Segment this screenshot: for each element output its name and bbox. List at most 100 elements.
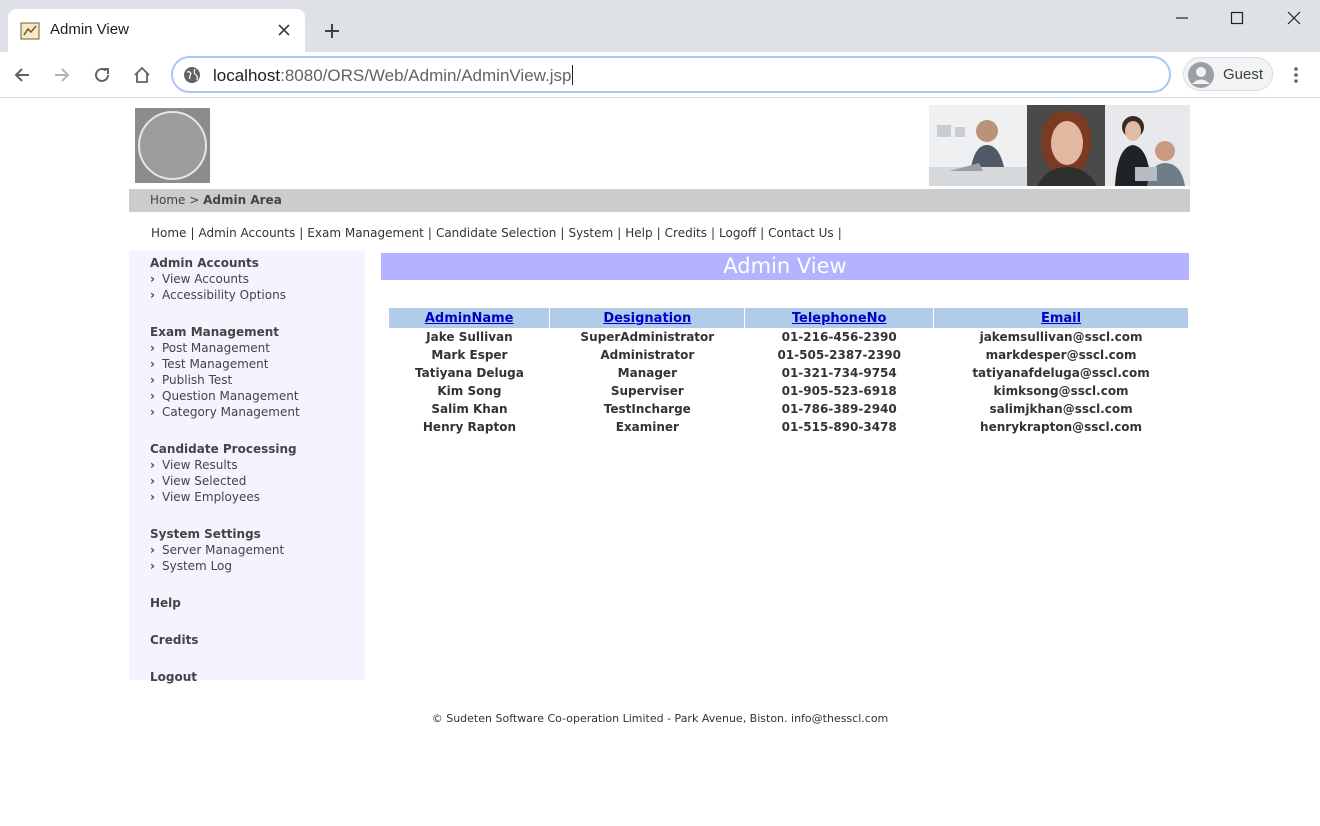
table-cell-adminname: Mark Esper <box>431 348 508 362</box>
column-header-adminname: AdminName <box>389 308 551 328</box>
sidebar-item-label: Question Management <box>162 389 299 403</box>
breadcrumb: Home > Admin Area <box>129 189 1190 212</box>
forward-arrow-icon[interactable] <box>50 63 74 87</box>
profile-button[interactable]: Guest <box>1183 57 1273 91</box>
browser-tab[interactable]: Admin View <box>8 9 305 52</box>
column-header-email: Email <box>933 308 1189 328</box>
sort-link-telephoneno[interactable]: TelephoneNo <box>792 311 887 326</box>
table-cell-telephoneno: 01-786-389-2940 <box>781 402 897 416</box>
sidebar-item-post-management[interactable]: › Post Management <box>150 340 300 356</box>
table-cell-designation: Examiner <box>615 420 679 434</box>
sidebar-heading[interactable]: Logout <box>150 669 197 685</box>
topnav-item-system[interactable]: System <box>568 226 613 240</box>
topnav-separator: | <box>299 226 304 240</box>
topnav-separator: | <box>560 226 565 240</box>
table-row: Henry Rapton Examiner 01-515-890-3478 henry… <box>389 418 1189 436</box>
breadcrumb-text: Home > Admin Area <box>150 193 282 207</box>
banner-photo-woman-portrait <box>1027 105 1105 186</box>
site-info-globe-icon[interactable] <box>183 66 201 84</box>
topnav-item-admin-accounts[interactable]: Admin Accounts <box>198 226 295 240</box>
chevron-right-icon: › <box>150 405 155 419</box>
sidebar-section-system-settings: System Settings › Server Management › System… <box>150 526 284 574</box>
sidebar-heading[interactable]: Credits <box>150 632 198 648</box>
table-cell-email: kimksong@sscl.com <box>993 384 1129 398</box>
chevron-right-icon: › <box>150 389 155 403</box>
topnav-separator: | <box>190 226 195 240</box>
chevron-right-icon: › <box>150 559 155 573</box>
sort-link-adminname[interactable]: AdminName <box>425 311 514 326</box>
footer: © Sudeten Software Co-operation Limited … <box>431 712 889 725</box>
minimize-icon[interactable] <box>1170 6 1194 30</box>
table-cell-email: jakemsullivan@sscl.com <box>979 330 1143 344</box>
topnav-separator: | <box>760 226 765 240</box>
chevron-right-icon: › <box>150 341 155 355</box>
sidebar-item-publish-test[interactable]: › Publish Test <box>150 372 300 388</box>
sidebar-section-help: Help <box>150 595 181 611</box>
sidebar-item-view-employees[interactable]: › View Employees <box>150 489 297 505</box>
topnav-item-exam-management[interactable]: Exam Management <box>307 226 424 240</box>
more-menu-icon[interactable] <box>1284 63 1308 87</box>
table-cell-adminname: Henry Rapton <box>422 420 516 434</box>
topnav-item-home[interactable]: Home <box>151 226 186 240</box>
sidebar-item-label: Post Management <box>162 341 270 355</box>
chevron-right-icon: › <box>150 543 155 557</box>
column-header-designation: Designation <box>549 308 746 328</box>
sidebar-item-test-management[interactable]: › Test Management <box>150 356 300 372</box>
sidebar-item-view-results[interactable]: › View Results <box>150 457 297 473</box>
tab-strip: Admin View <box>0 0 1320 52</box>
table-row: Mark Esper Administrator 01-505-2387-2390 m… <box>389 346 1189 364</box>
address-bar[interactable]: localhost:8080/ORS/Web/Admin/AdminView.j… <box>171 56 1171 93</box>
reload-icon[interactable] <box>90 63 114 87</box>
sidebar-heading: System Settings <box>150 527 261 541</box>
tab-title: Admin View <box>50 21 129 38</box>
url-text: localhost:8080/ORS/Web/Admin/AdminView.j… <box>213 65 574 86</box>
chevron-right-icon: › <box>150 373 155 387</box>
tomcat-favicon-icon <box>20 22 40 40</box>
page-title: Admin View <box>381 253 1189 280</box>
sort-link-email[interactable]: Email <box>1041 311 1081 326</box>
topnav-separator: | <box>427 226 432 240</box>
profile-label: Guest <box>1223 66 1264 83</box>
top-navigation: Home | Admin Accounts | Exam Management | Cand… <box>151 226 846 240</box>
sidebar: Admin Accounts › View Accounts › Accessibili… <box>129 251 365 684</box>
sidebar-item-question-management[interactable]: › Question Management <box>150 388 300 404</box>
window-close-icon[interactable] <box>1282 6 1306 30</box>
chevron-right-icon: › <box>150 490 155 504</box>
topnav-item-contact-us[interactable]: Contact Us <box>768 226 834 240</box>
maximize-icon[interactable] <box>1225 6 1249 30</box>
tab-close-icon[interactable] <box>273 19 295 41</box>
home-icon[interactable] <box>130 63 154 87</box>
sort-link-designation[interactable]: Designation <box>603 311 691 326</box>
topnav-item-logoff[interactable]: Logoff <box>719 226 756 240</box>
sidebar-item-category-management[interactable]: › Category Management <box>150 404 300 420</box>
topnav-item-credits[interactable]: Credits <box>665 226 707 240</box>
back-arrow-icon[interactable] <box>10 63 34 87</box>
sidebar-item-system-log[interactable]: › System Log <box>150 558 284 574</box>
topnav-separator: | <box>617 226 622 240</box>
table-cell-telephoneno: 01-216-456-2390 <box>781 330 897 344</box>
banner-photo-woman-laptop <box>929 105 1027 186</box>
table-cell-designation: Superviser <box>610 384 684 398</box>
sidebar-section-credits: Credits <box>150 632 198 648</box>
topnav-separator: | <box>711 226 716 240</box>
table-cell-adminname: Salim Khan <box>431 402 508 416</box>
logo-circle <box>138 111 207 180</box>
sidebar-heading[interactable]: Help <box>150 595 181 611</box>
sidebar-item-server-management[interactable]: › Server Management <box>150 542 284 558</box>
chevron-right-icon: › <box>150 474 155 488</box>
chevron-right-icon: › <box>150 357 155 371</box>
sidebar-item-view-accounts[interactable]: › View Accounts <box>150 271 286 287</box>
sidebar-section-logout: Logout <box>150 669 197 685</box>
sidebar-item-accessibility-options[interactable]: › Accessibility Options <box>150 287 286 303</box>
admin-table: AdminName Designation TelephoneNo Email Jak… <box>389 308 1189 436</box>
new-tab-plus-icon[interactable] <box>320 19 344 43</box>
table-row: Tatiyana Deluga Manager 01-321-734-9754 tat… <box>389 364 1189 382</box>
topnav-item-candidate-selection[interactable]: Candidate Selection <box>436 226 556 240</box>
table-cell-email: salimjkhan@sscl.com <box>989 402 1133 416</box>
breadcrumb-home[interactable]: Home > <box>150 193 199 207</box>
sidebar-heading: Admin Accounts <box>150 256 259 270</box>
topnav-item-help[interactable]: Help <box>625 226 652 240</box>
text-caret <box>572 65 574 85</box>
table-cell-email: tatiyanafdeluga@sscl.com <box>972 366 1150 380</box>
sidebar-item-view-selected[interactable]: › View Selected <box>150 473 297 489</box>
